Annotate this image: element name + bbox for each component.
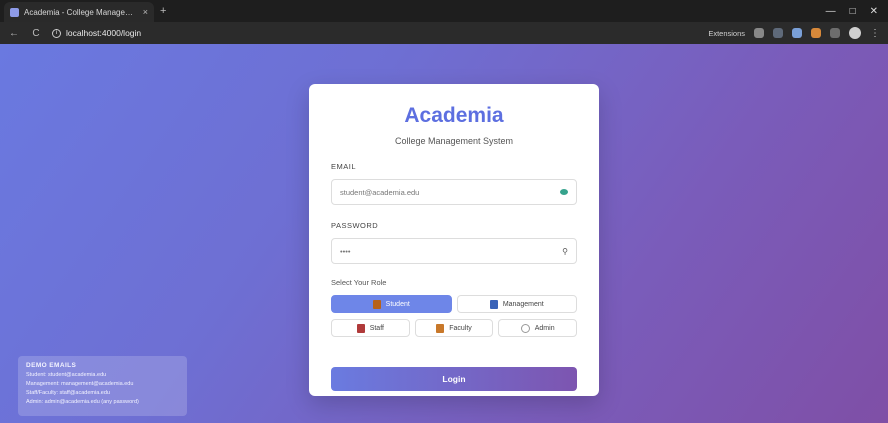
window-controls: — □ ✕ <box>826 6 888 17</box>
extension-icon[interactable] <box>830 28 840 38</box>
management-icon <box>489 299 498 309</box>
demo-line: Student: student@academia.edu <box>26 372 107 378</box>
tab-title: Academia - College Management <box>24 7 138 17</box>
autofill-icon[interactable] <box>560 189 568 195</box>
login-page: Academia College Management System EMAIL… <box>0 44 888 423</box>
brand-title: Academia <box>404 104 504 127</box>
demo-title: DEMO EMAILS <box>26 362 77 369</box>
email-value: student@academia.edu <box>340 187 420 197</box>
role-label-text: Student <box>385 300 410 308</box>
role-faculty-button[interactable]: Faculty <box>414 319 494 337</box>
email-label: EMAIL <box>331 162 357 171</box>
profile-avatar[interactable] <box>849 27 861 39</box>
role-row: Student Management <box>331 295 577 313</box>
gear-icon <box>520 323 530 333</box>
role-student-button[interactable]: Student <box>331 295 452 313</box>
demo-line: Management: management@academia.edu <box>26 381 134 387</box>
browser-tab[interactable]: Academia - College Management × <box>4 2 154 22</box>
site-info-icon[interactable]: i <box>52 28 61 38</box>
back-button[interactable]: ← <box>8 28 20 39</box>
extensions-label: Extensions <box>708 28 745 38</box>
login-button[interactable]: Login <box>331 367 577 391</box>
brand-subtitle: College Management System <box>394 136 514 146</box>
demo-line: Staff/Faculty: staff@academia.edu <box>26 390 110 396</box>
extension-icon[interactable] <box>811 28 821 38</box>
password-value: •••• <box>340 246 351 256</box>
maximize-button[interactable]: □ <box>850 6 856 17</box>
minimize-button[interactable]: — <box>826 6 836 17</box>
password-label: PASSWORD <box>331 221 379 230</box>
extension-icon[interactable] <box>773 28 783 38</box>
extension-icon[interactable] <box>792 28 802 38</box>
role-label-text: Staff <box>369 324 384 332</box>
favicon-icon <box>10 7 19 17</box>
role-management-button[interactable]: Management <box>456 295 577 313</box>
faculty-icon <box>436 323 445 333</box>
url-text: localhost:4000/login <box>66 28 142 38</box>
address-bar[interactable]: i localhost:4000/login <box>52 28 141 38</box>
staff-icon <box>356 323 365 333</box>
role-label: Select Your Role <box>331 278 387 287</box>
browser-toolbar: ← C i localhost:4000/login Extensions ⋮ <box>0 22 888 44</box>
role-label-text: Faculty <box>449 324 472 332</box>
role-row: Staff Faculty Admin <box>331 319 578 337</box>
password-field[interactable]: •••• ⚲ <box>331 238 577 264</box>
email-field[interactable]: student@academia.edu <box>331 179 577 205</box>
browser-tab-bar: Academia - College Management × + — □ ✕ <box>0 0 888 22</box>
extension-icon[interactable] <box>754 28 764 38</box>
close-window-button[interactable]: ✕ <box>870 6 878 17</box>
role-label-text: Admin <box>534 324 555 332</box>
login-card: Academia College Management System EMAIL… <box>309 84 599 396</box>
browser-menu-icon[interactable]: ⋮ <box>870 28 880 39</box>
demo-line: Admin: admin@academia.edu (any password) <box>26 399 139 405</box>
reload-button[interactable]: C <box>30 28 42 39</box>
role-admin-button[interactable]: Admin <box>498 319 578 337</box>
demo-emails-panel: DEMO EMAILS Student: student@academia.ed… <box>18 356 187 416</box>
new-tab-button[interactable]: + <box>160 5 166 17</box>
extensions-area: Extensions ⋮ <box>708 27 880 39</box>
role-staff-button[interactable]: Staff <box>331 319 410 337</box>
tab-close-icon[interactable]: × <box>143 7 148 17</box>
student-icon <box>372 299 381 309</box>
role-label-text: Management <box>502 300 544 308</box>
show-password-icon[interactable]: ⚲ <box>562 247 568 256</box>
